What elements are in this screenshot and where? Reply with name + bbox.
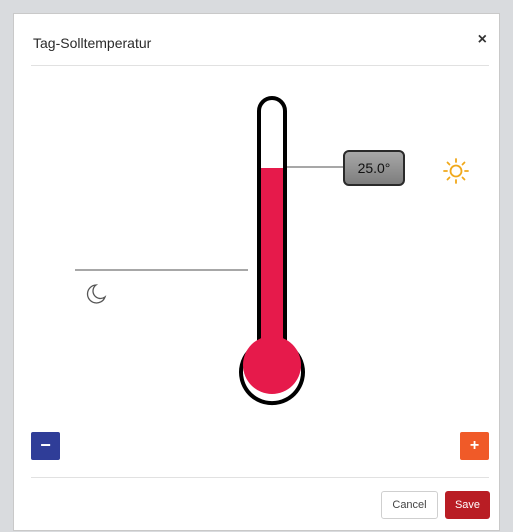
- thermometer[interactable]: [239, 96, 305, 406]
- moon-icon: [86, 284, 107, 304]
- save-button[interactable]: Save: [445, 491, 490, 519]
- decrease-button[interactable]: −: [31, 432, 60, 460]
- cancel-button[interactable]: Cancel: [381, 491, 438, 519]
- setpoint-badge[interactable]: 25.0°: [343, 150, 405, 186]
- footer-divider: [31, 477, 489, 478]
- thermometer-bulb: [243, 336, 301, 394]
- increase-button[interactable]: +: [460, 432, 489, 460]
- thermometer-fill: [261, 168, 283, 358]
- temperature-dialog: Tag-Solltemperatur × 25.0° − + Cancel Sa…: [13, 13, 500, 531]
- sun-icon: [443, 158, 469, 184]
- thermometer-visual: [75, 96, 469, 406]
